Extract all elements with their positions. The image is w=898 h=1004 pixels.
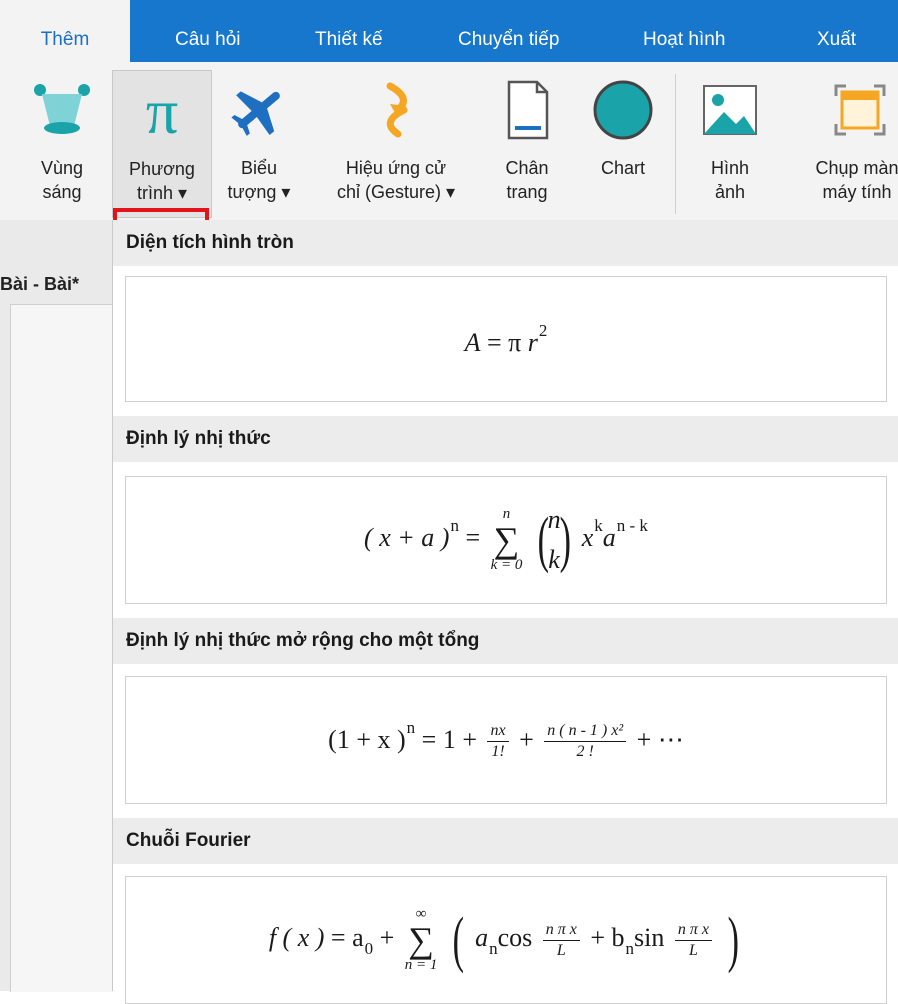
formula-binomial[interactable]: ( x + a )n = n ∑ k = 0 (n k) xkan - k bbox=[125, 476, 887, 604]
formula-circle-area[interactable]: A = π r2 bbox=[125, 276, 887, 402]
gesture-label: Hiệu ứng cử chỉ (Gesture) ▾ bbox=[336, 158, 456, 202]
ribbon-tab-bar: Thêm Câu hỏi Thiết kế Chuyển tiếp Hoạt h… bbox=[0, 0, 898, 62]
tab-hoat-hinh[interactable]: Hoạt hình bbox=[643, 0, 725, 62]
equation-binomial-expansion: (1 + x )n = 1 + nx 1! + n ( n - 1 ) x² 2 !… bbox=[328, 717, 684, 761]
ribbon-toolbar: Vùng sáng π Phương trình ▾ Biểu tượng ▾ … bbox=[0, 62, 898, 270]
circle-shape-icon bbox=[593, 80, 653, 140]
ribbon-separator bbox=[675, 74, 676, 214]
equation-label: Phương trình ▾ bbox=[129, 159, 195, 203]
section-title-binomial-expansion: Định lý nhị thức mở rộng cho một tổng bbox=[113, 618, 898, 664]
formula-binomial-expansion[interactable]: (1 + x )n = 1 + nx 1! + n ( n - 1 ) x² 2 !… bbox=[125, 676, 887, 804]
formula-fourier[interactable]: f ( x ) = a0 + ∞ ∑ n = 1 ( ancos n π xL + … bbox=[125, 876, 887, 1004]
tab-xuat[interactable]: Xuất bbox=[817, 0, 856, 62]
section-title-circle-area: Diện tích hình tròn bbox=[113, 220, 898, 266]
equation-circle-area: A = π r2 bbox=[464, 320, 548, 357]
equation-fourier: f ( x ) = a0 + ∞ ∑ n = 1 ( ancos n π xL + … bbox=[268, 906, 739, 974]
image-label: Hình ảnh bbox=[710, 158, 750, 202]
symbol-button[interactable]: Biểu tượng ▾ bbox=[218, 70, 300, 218]
chart-button[interactable]: Chart bbox=[584, 70, 662, 218]
document-tab[interactable]: Bài - Bài* bbox=[0, 274, 112, 300]
tab-chuyen-tiep[interactable]: Chuyển tiếp bbox=[458, 0, 559, 62]
equation-button[interactable]: π Phương trình ▾ bbox=[112, 70, 212, 218]
airplane-icon bbox=[231, 91, 280, 136]
tab-cau-hoi[interactable]: Câu hỏi bbox=[175, 0, 241, 62]
equation-gallery: Diện tích hình tròn A = π r2 Định lý nhị… bbox=[112, 220, 898, 1004]
svg-text:π: π bbox=[146, 79, 178, 143]
tab-them[interactable]: Thêm bbox=[0, 0, 130, 62]
equation-binomial: ( x + a )n = n ∑ k = 0 (n k) xkan - k bbox=[364, 505, 648, 574]
gesture-icon bbox=[386, 82, 408, 138]
spotlight-button[interactable]: Vùng sáng bbox=[22, 70, 102, 218]
footer-page-icon bbox=[507, 80, 549, 140]
section-title-binomial: Định lý nhị thức bbox=[113, 416, 898, 462]
screenshot-button[interactable]: Chụp màn máy tính bbox=[782, 70, 898, 218]
section-title-fourier: Chuỗi Fourier bbox=[113, 818, 898, 864]
screenshot-label: Chụp màn máy tính bbox=[815, 158, 898, 202]
document-area: Bài - Bài* bbox=[0, 220, 113, 992]
spotlight-label: Vùng sáng bbox=[40, 158, 84, 202]
pi-icon: π bbox=[146, 79, 178, 143]
image-button[interactable]: Hình ảnh bbox=[690, 70, 770, 218]
tab-thiet-ke[interactable]: Thiết kế bbox=[315, 0, 383, 62]
document-pane bbox=[10, 304, 113, 992]
chart-label: Chart bbox=[600, 158, 645, 178]
spotlight-icon bbox=[34, 84, 90, 134]
image-icon bbox=[703, 85, 757, 135]
footer-button[interactable]: Chân trang bbox=[488, 70, 566, 218]
symbol-label: Biểu tượng ▾ bbox=[227, 158, 291, 202]
footer-label: Chân trang bbox=[505, 158, 549, 202]
screenshot-icon bbox=[834, 84, 886, 136]
gesture-button[interactable]: Hiệu ứng cử chỉ (Gesture) ▾ bbox=[312, 70, 480, 218]
